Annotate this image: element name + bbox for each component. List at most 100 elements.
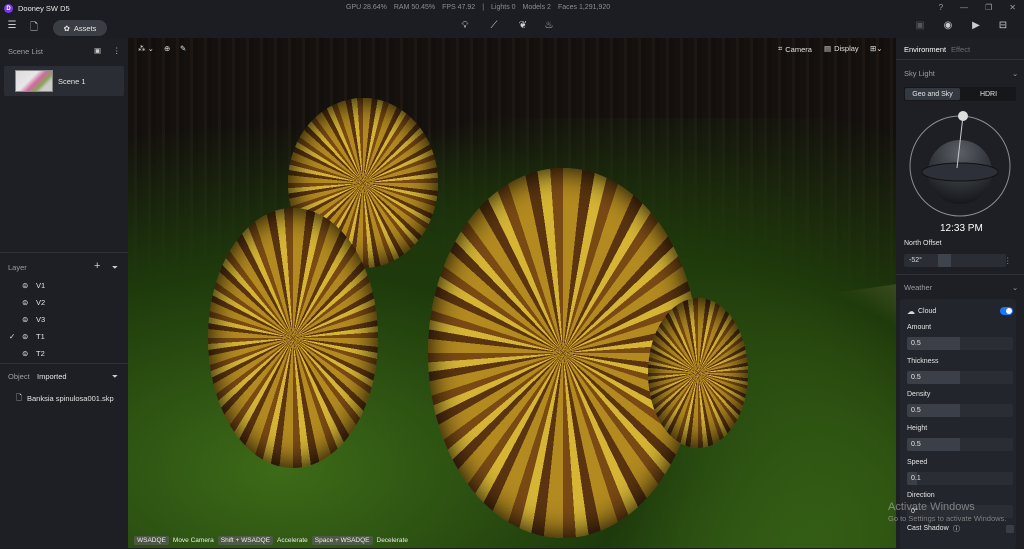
layer-item[interactable]: ✓ ⊜ T1 bbox=[0, 328, 128, 345]
models-stat: Models 2 bbox=[522, 4, 551, 11]
sky-mode-toggle: Geo and Sky HDRI bbox=[904, 87, 1016, 101]
import-file-icon[interactable]: 🗋 bbox=[27, 20, 41, 37]
help-icon[interactable]: ⓘ bbox=[953, 524, 960, 534]
hint-key: WSADQE bbox=[134, 536, 169, 545]
cast-shadow-checkbox[interactable] bbox=[1006, 525, 1014, 533]
north-offset-value: -52° bbox=[909, 257, 922, 264]
leaf-icon[interactable]: ❦ bbox=[516, 20, 530, 31]
render-tray-icon[interactable]: ⊟ bbox=[996, 20, 1010, 31]
add-scene-icon[interactable]: ▣ bbox=[94, 46, 101, 55]
density-value: 0.5 bbox=[911, 407, 921, 414]
density-label: Density bbox=[907, 391, 931, 398]
sun-position-dial[interactable] bbox=[908, 108, 1012, 218]
video-icon[interactable]: ▶ bbox=[969, 20, 983, 31]
close-button[interactable]: ✕ bbox=[1009, 3, 1016, 12]
cloud-label: Cloud bbox=[918, 308, 937, 315]
minimize-button[interactable]: — bbox=[960, 3, 968, 12]
file-icon: 🗋 bbox=[16, 393, 23, 402]
display-label: Display bbox=[834, 44, 859, 53]
left-panel: Scene List ▣ ⋮ Scene 1 Layer + ⏷ ⊜ V1 ⊜ V2… bbox=[0, 38, 128, 548]
amount-value: 0.5 bbox=[911, 340, 921, 347]
more-icon[interactable]: ⋮ bbox=[113, 46, 121, 55]
weather-title: Weather bbox=[904, 283, 933, 292]
more-options-icon[interactable]: ⋮ bbox=[1004, 256, 1012, 265]
layer-item[interactable]: ⊜ V2 bbox=[0, 294, 128, 311]
3d-viewport[interactable]: ⁂ ⌄ ⊕ ✎ ⌗ Camera ▤ Display ⊞⌄ WSADQE Move C… bbox=[128, 38, 896, 548]
tab-effect[interactable]: Effect bbox=[951, 45, 970, 54]
assets-label: Assets bbox=[73, 23, 97, 33]
object-title: Object bbox=[8, 372, 30, 381]
app-title: Dooney SW D5 bbox=[18, 4, 70, 13]
amount-label: Amount bbox=[907, 324, 932, 331]
thickness-label: Thickness bbox=[907, 358, 939, 365]
add-layer-icon[interactable]: + bbox=[94, 260, 100, 272]
cast-shadow-label: Cast Shadow bbox=[907, 525, 949, 532]
layer-visibility-icon[interactable]: ⊜ bbox=[22, 349, 36, 358]
fps-stat: FPS 47.92 bbox=[442, 4, 476, 11]
view-options-icon[interactable]: ⊞⌄ bbox=[870, 44, 883, 53]
direction-label: Direction bbox=[907, 492, 935, 499]
pick-material-icon[interactable]: ✎ bbox=[180, 44, 186, 53]
path-icon[interactable]: ⟋ bbox=[487, 20, 501, 31]
stat-separator: | bbox=[482, 4, 485, 11]
globe-icon[interactable]: ⊕ bbox=[164, 44, 170, 53]
file-name: Banksia spinulosa001.skp bbox=[27, 394, 114, 403]
camera-capture-icon[interactable]: ◉ bbox=[941, 20, 955, 31]
geo-and-sky-tab[interactable]: Geo and Sky bbox=[905, 88, 960, 100]
sun-handle-icon bbox=[958, 111, 968, 121]
hint-key: Shift + WSADQE bbox=[217, 536, 274, 545]
ram-stat: RAM 50.45% bbox=[393, 4, 436, 11]
thickness-value: 0.5 bbox=[911, 374, 921, 381]
layer-name: T2 bbox=[36, 349, 45, 358]
hint-action: Accelerate bbox=[277, 537, 308, 544]
object-filter[interactable]: Imported bbox=[37, 372, 67, 381]
light-bulb-icon[interactable]: 💡︎ bbox=[458, 20, 472, 31]
cloud-icon: ☁ bbox=[907, 307, 915, 316]
help-icon[interactable]: ? bbox=[939, 3, 943, 12]
toolbar: ☰ 🗋 ✿ Assets 💡︎ ⟋ ❦ ♨ ▣ ◉ ▶ ⊟ bbox=[0, 17, 1024, 38]
thickness-slider[interactable]: 0.5 bbox=[907, 371, 1013, 384]
layer-visibility-icon[interactable]: ⊜ bbox=[22, 315, 36, 324]
layer-visibility-icon[interactable]: ⊜ bbox=[22, 332, 36, 341]
camera-label: Camera bbox=[785, 44, 812, 54]
layer-item[interactable]: ⊜ T2 bbox=[0, 345, 128, 362]
fire-icon[interactable]: ♨ bbox=[542, 20, 556, 31]
sun-time: 12:33 PM bbox=[940, 223, 983, 234]
amount-slider[interactable]: 0.5 bbox=[907, 337, 1013, 350]
layer-visibility-icon[interactable]: ⊜ bbox=[22, 298, 36, 307]
north-offset-slider[interactable]: -52° bbox=[904, 254, 1006, 267]
gpu-stat: GPU 28.64% bbox=[346, 4, 387, 11]
layer-title: Layer bbox=[8, 263, 27, 272]
scene-item[interactable]: Scene 1 bbox=[4, 66, 124, 96]
menu-icon[interactable]: ☰ bbox=[5, 20, 19, 31]
height-label: Height bbox=[907, 425, 928, 432]
hdri-tab[interactable]: HDRI bbox=[961, 87, 1016, 101]
layer-name: V2 bbox=[36, 298, 46, 307]
restore-button[interactable]: ❐ bbox=[985, 3, 992, 12]
collapse-icon[interactable]: ⌄ bbox=[1012, 69, 1018, 78]
cloud-toggle[interactable] bbox=[1000, 307, 1013, 315]
camera-button[interactable]: ⌗ Camera bbox=[778, 44, 812, 54]
slider-handle[interactable] bbox=[938, 254, 951, 267]
keyboard-hints: WSADQE Move Camera Shift + WSADQE Accelera… bbox=[134, 536, 408, 545]
layer-item[interactable]: ⊜ V1 bbox=[0, 277, 128, 294]
filter-dropdown-icon[interactable]: ⏷ bbox=[112, 372, 118, 382]
collapse-icon[interactable]: ⌄ bbox=[1012, 283, 1018, 292]
activation-watermark-text: Go to Settings to activate Windows. bbox=[888, 514, 1007, 523]
hint-action: Decelerate bbox=[376, 537, 408, 544]
transform-tool-icon[interactable]: ⁂ ⌄ bbox=[138, 44, 154, 53]
vr-icon[interactable]: ▣ bbox=[913, 20, 927, 31]
camera-icon: ⌗ bbox=[778, 44, 783, 53]
speed-slider[interactable]: 0.1 bbox=[907, 472, 1013, 485]
filter-icon[interactable]: ⏷ bbox=[112, 263, 118, 273]
layer-item[interactable]: ⊜ V3 bbox=[0, 311, 128, 328]
height-slider[interactable]: 0.5 bbox=[907, 438, 1013, 451]
layer-visibility-icon[interactable]: ⊜ bbox=[22, 281, 36, 290]
density-slider[interactable]: 0.5 bbox=[907, 404, 1013, 417]
object-file-item[interactable]: 🗋 Banksia spinulosa001.skp bbox=[0, 390, 128, 407]
hint-action: Move Camera bbox=[172, 537, 214, 544]
tab-environment[interactable]: Environment bbox=[904, 45, 946, 54]
check-icon: ✓ bbox=[9, 332, 16, 341]
display-button[interactable]: ▤ Display bbox=[824, 44, 859, 53]
assets-button[interactable]: ✿ Assets bbox=[53, 20, 107, 36]
